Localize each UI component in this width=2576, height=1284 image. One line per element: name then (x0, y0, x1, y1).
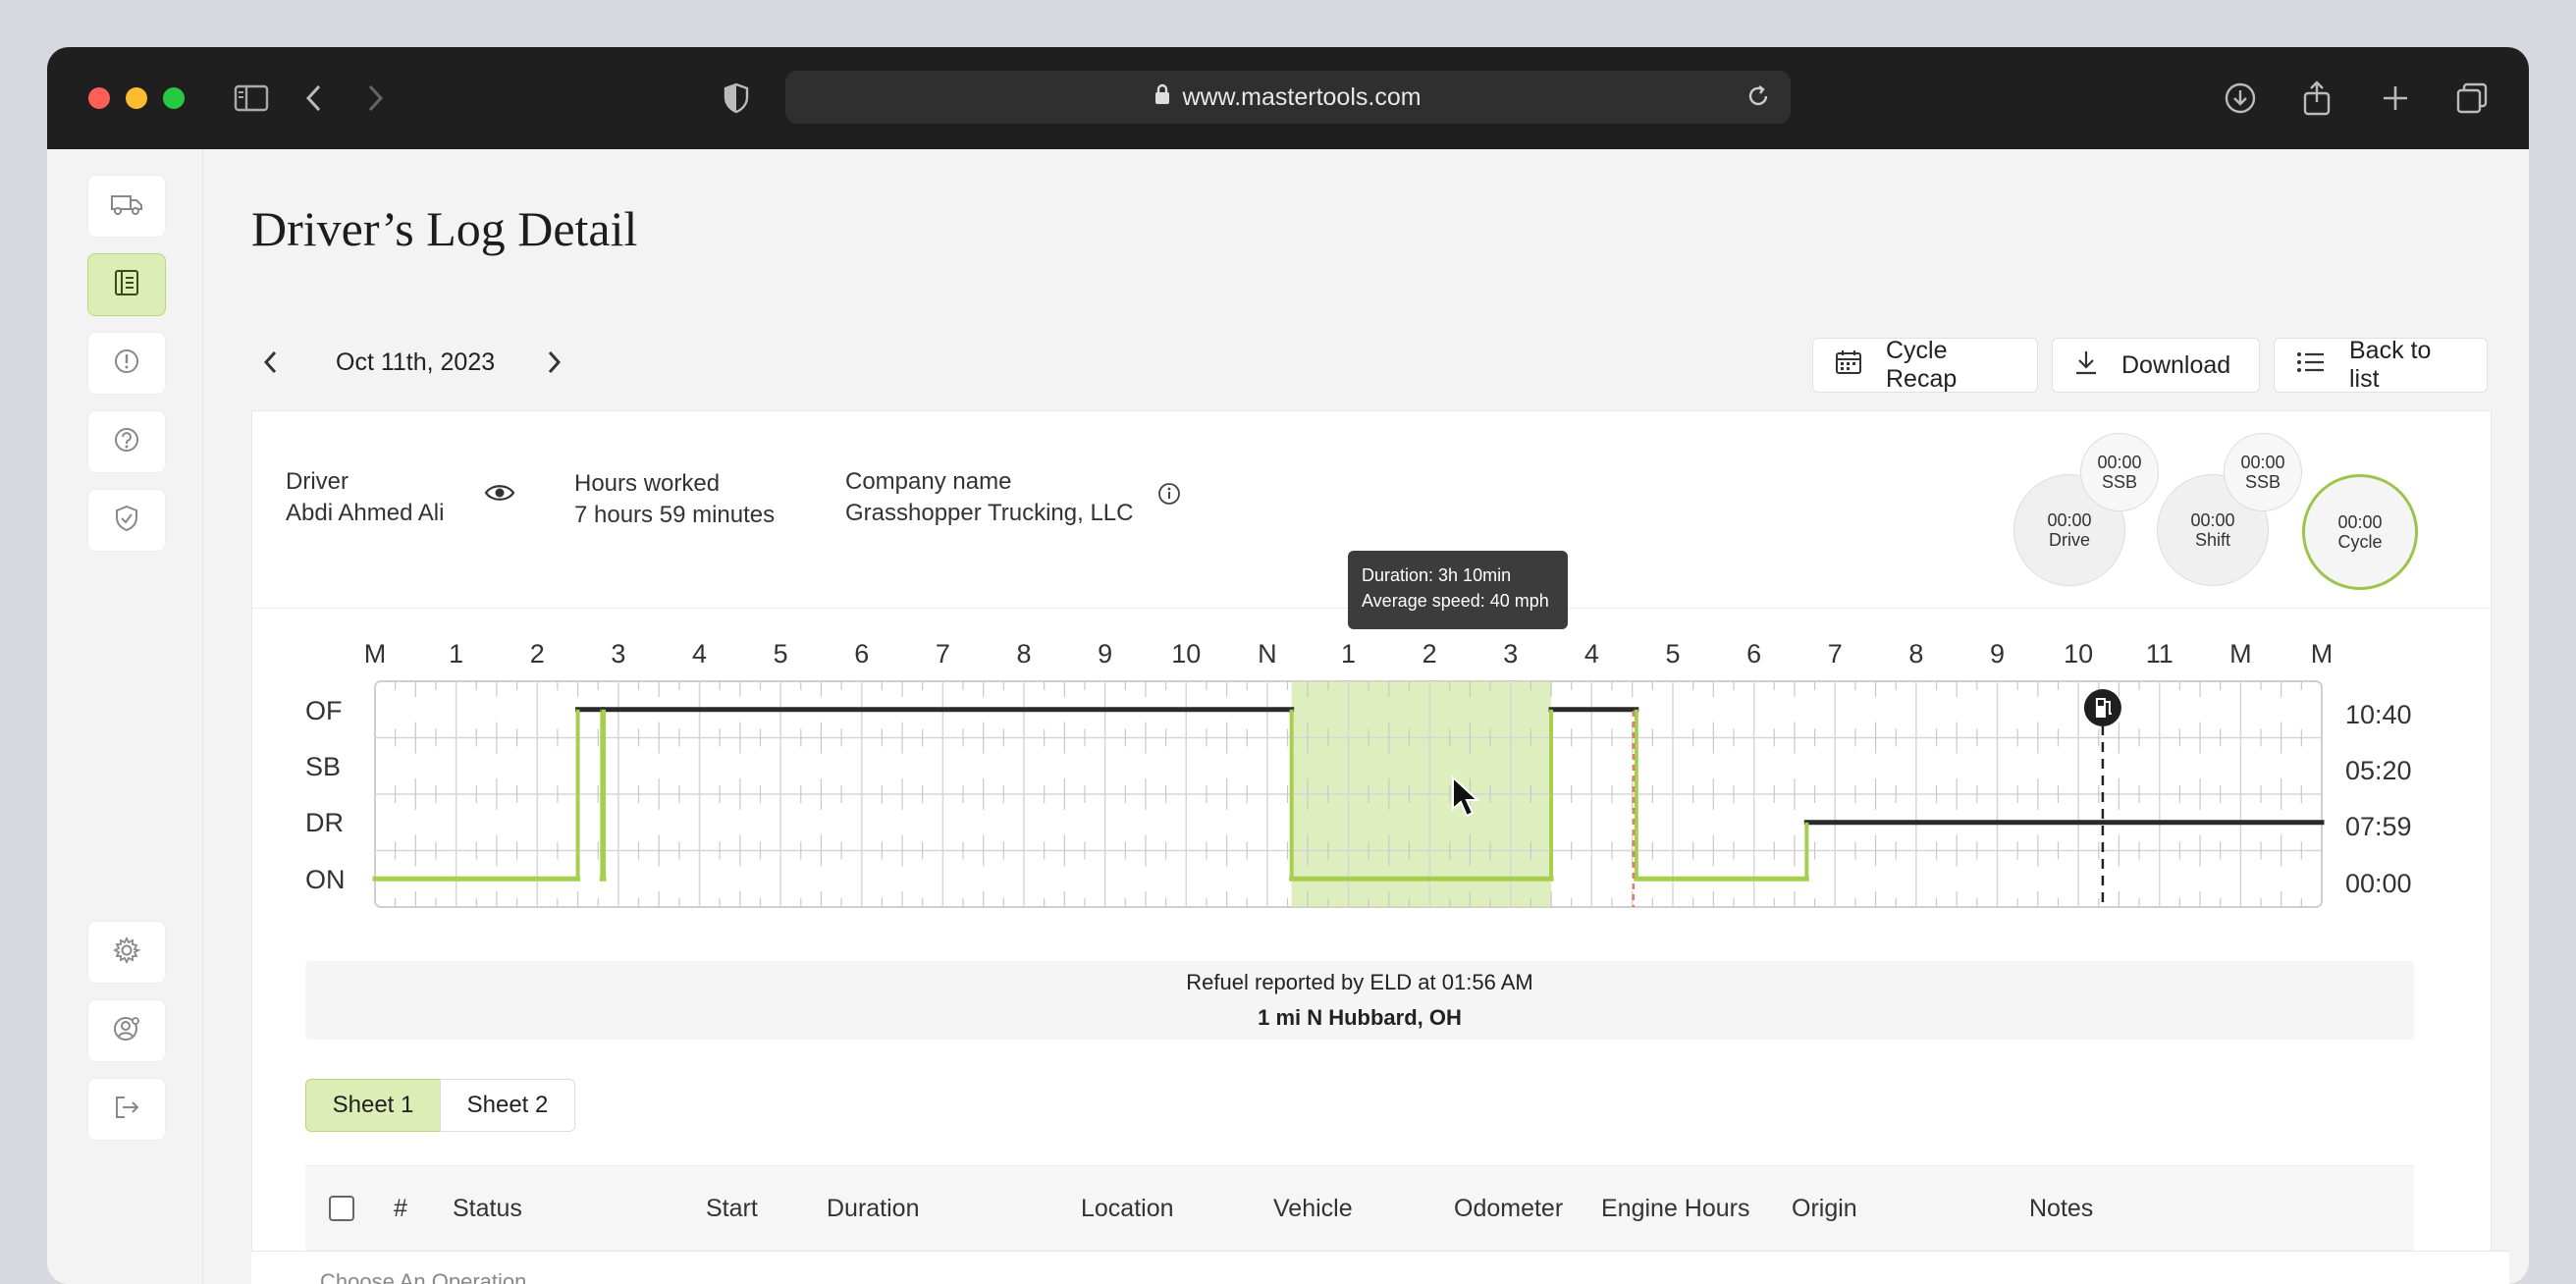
calendar-icon (1835, 349, 1886, 382)
current-date: Oct 11th, 2023 (336, 348, 496, 376)
back-to-list-button[interactable]: Back to list (2274, 337, 2488, 393)
reload-icon[interactable] (1745, 83, 1771, 116)
previous-day-button[interactable] (251, 343, 291, 382)
cycle-recap-button[interactable]: Cycle Recap (1812, 337, 2038, 393)
mouse-cursor-icon (1452, 776, 1480, 818)
col-number: # (394, 1195, 407, 1222)
operation-placeholder: Choose An Operation (320, 1269, 527, 1284)
download-arrow-icon (2074, 349, 2121, 382)
logbook-icon (114, 269, 139, 301)
select-all-checkbox[interactable] (329, 1196, 354, 1221)
settings-icon (112, 936, 141, 970)
sidebar-item-help[interactable] (87, 410, 166, 473)
sidebar-item-compliance[interactable] (87, 489, 166, 552)
back-to-list-label: Back to list (2349, 337, 2432, 393)
sidebar-item-account[interactable] (87, 999, 166, 1062)
cycle-recap-label: Cycle Recap (1886, 337, 1958, 393)
download-label: Download (2121, 350, 2231, 379)
tooltip-speed: Average speed: 40 mph (1362, 591, 1549, 611)
col-status[interactable]: Status (453, 1195, 522, 1223)
sidebar-item-alerts[interactable] (87, 332, 166, 395)
duty-status-chart[interactable] (252, 411, 2491, 961)
forward-icon[interactable] (353, 77, 397, 120)
refuel-location: 1 mi N Hubbard, OH (1258, 1005, 1462, 1030)
log-card: Driver Abdi Ahmed Ali Hours worked 7 hou… (251, 410, 2492, 1284)
col-vehicle[interactable]: Vehicle (1273, 1195, 1353, 1223)
sidebar-item-vehicles[interactable] (87, 175, 166, 238)
download-icon[interactable] (2219, 77, 2262, 120)
download-button[interactable]: Download (2052, 338, 2260, 393)
page-title: Driver’s Log Detail (251, 201, 638, 256)
zoom-window-button[interactable] (163, 87, 185, 109)
truck-icon (110, 192, 143, 221)
close-window-button[interactable] (88, 87, 110, 109)
col-duration[interactable]: Duration (827, 1195, 920, 1223)
col-engine-hours[interactable]: Engine Hours (1601, 1195, 1749, 1223)
col-start[interactable]: Start (706, 1195, 758, 1223)
main-content: Driver’s Log Detail Oct 11th, 2023 Cycle… (202, 149, 2529, 1284)
list-icon (2296, 350, 2349, 381)
url-text: www.mastertools.com (1182, 82, 1422, 111)
back-icon[interactable] (293, 77, 336, 120)
browser-toolbar: www.mastertools.com (47, 47, 2529, 149)
fuel-pump-icon-window (2097, 700, 2104, 706)
lock-icon (1154, 83, 1170, 112)
col-origin[interactable]: Origin (1792, 1195, 1857, 1223)
next-day-button[interactable] (534, 343, 573, 382)
sidebar-item-logout[interactable] (87, 1078, 166, 1141)
col-location[interactable]: Location (1081, 1195, 1174, 1223)
segment-tooltip: Duration: 3h 10min Average speed: 40 mph (1348, 551, 1568, 629)
address-bar[interactable]: www.mastertools.com (785, 71, 1791, 124)
table-row[interactable]: Choose An Operation (251, 1251, 2509, 1284)
browser-window: www.mastertools.com Driver’s Log Detail … (47, 47, 2529, 1284)
user-settings-icon (112, 1014, 141, 1048)
tooltip-duration: Duration: 3h 10min (1362, 565, 1512, 585)
sidebar-item-logs[interactable] (87, 253, 166, 316)
shield-icon[interactable] (715, 77, 758, 120)
refuel-text: Refuel reported by ELD at 01:56 AM (1186, 970, 1533, 994)
app-sidebar (47, 149, 203, 1284)
tab-sheet-2[interactable]: Sheet 2 (440, 1079, 575, 1132)
date-navigator: Oct 11th, 2023 (251, 338, 573, 387)
shield-check-icon (114, 505, 139, 537)
minimize-window-button[interactable] (126, 87, 147, 109)
col-odometer[interactable]: Odometer (1454, 1195, 1563, 1223)
share-icon[interactable] (2295, 77, 2338, 120)
alert-icon (113, 348, 140, 380)
logout-icon (113, 1094, 140, 1126)
tab-sheet-1[interactable]: Sheet 1 (305, 1079, 441, 1132)
new-tab-icon[interactable] (2374, 77, 2417, 120)
sidebar-item-settings[interactable] (87, 921, 166, 984)
col-notes[interactable]: Notes (2029, 1195, 2093, 1223)
refuel-banner: Refuel reported by ELD at 01:56 AM 1 mi … (305, 961, 2414, 1040)
sidebar-toggle-icon[interactable] (230, 77, 273, 120)
table-header: # Status Start Duration Location Vehicle… (305, 1165, 2414, 1255)
help-icon (113, 426, 140, 458)
tabs-icon[interactable] (2450, 77, 2494, 120)
